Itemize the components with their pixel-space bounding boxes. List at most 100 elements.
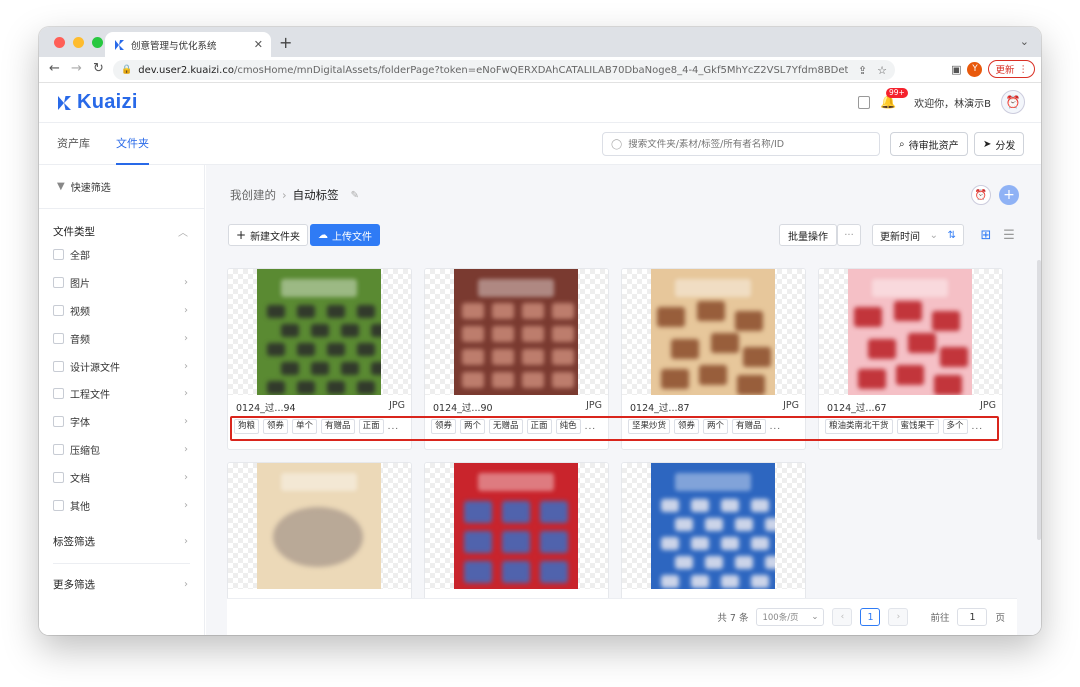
document-icon[interactable] (857, 95, 870, 109)
side-panel-icon[interactable]: ▣ (951, 63, 961, 76)
batch-more-button[interactable]: ··· (837, 224, 861, 246)
browser-tab[interactable]: 创意管理与优化系统 ✕ (105, 32, 271, 57)
reload-icon[interactable]: ↻ (93, 61, 104, 76)
asset-thumbnail[interactable] (622, 463, 805, 589)
next-page-button[interactable]: › (888, 608, 909, 626)
prev-page-button[interactable]: ‹ (832, 608, 853, 626)
new-folder-button[interactable]: + 新建文件夹 (228, 224, 309, 246)
bookmark-star-icon[interactable]: ☆ (877, 64, 887, 77)
edit-pencil-icon[interactable]: ✎ (351, 190, 359, 201)
more-tags-icon[interactable]: ... (972, 422, 984, 432)
profile-avatar[interactable]: Y (967, 61, 983, 77)
grid-view-icon[interactable]: ⊞ (976, 224, 996, 246)
search-input[interactable] (628, 138, 869, 150)
checkbox[interactable] (53, 416, 64, 428)
browser-update-button[interactable]: 更新 ⋮ (988, 60, 1035, 78)
asset-tag[interactable]: 有赠品 (321, 419, 355, 434)
file-type-item[interactable]: 设计源文件 › (39, 352, 204, 380)
more-tags-icon[interactable]: ... (585, 422, 597, 432)
checkbox[interactable] (53, 332, 64, 344)
goto-page-input[interactable] (957, 608, 988, 626)
forward-arrow-icon[interactable]: → (71, 61, 82, 76)
asset-thumbnail[interactable] (819, 269, 1002, 395)
file-type-item[interactable]: 工程文件 › (39, 380, 204, 408)
user-avatar[interactable]: ⏰ (1001, 90, 1025, 114)
file-type-item[interactable]: 全部 (39, 241, 204, 269)
asset-tag[interactable]: 无赠品 (489, 419, 523, 434)
asset-tag[interactable]: 两个 (703, 419, 729, 434)
asset-thumbnail[interactable] (622, 269, 805, 395)
sort-select[interactable]: 更新时间 ⌄ ⇅ (872, 224, 964, 246)
file-type-item[interactable]: 文档 › (39, 463, 204, 491)
asset-tag[interactable]: 蜜饯果干 (896, 419, 939, 434)
upload-file-button[interactable]: ☁ 上传文件 (310, 224, 380, 246)
checkbox[interactable] (53, 277, 64, 289)
asset-card[interactable]: 0124_过...94 JPG 狗粮 领券 单个 有赠品 正面... (227, 268, 412, 450)
checkbox[interactable] (53, 360, 64, 372)
tab-close-icon[interactable]: ✕ (254, 38, 263, 51)
asset-tag[interactable]: 多个 (942, 419, 968, 434)
file-type-item[interactable]: 字体 › (39, 408, 204, 436)
asset-card[interactable]: 0124_过...87 JPG 坚果炒货 领券 两个 有赠品... (621, 268, 806, 450)
asset-tag[interactable]: 领券 (431, 419, 457, 434)
distribute-button[interactable]: ➤ 分发 (974, 132, 1025, 156)
asset-tag[interactable]: 狗粮 (234, 419, 260, 434)
tab-folders[interactable]: 文件夹 (116, 123, 149, 165)
close-window-button[interactable] (54, 37, 65, 48)
asset-tag[interactable]: 纯色 (555, 419, 581, 434)
asset-thumbnail[interactable] (228, 269, 411, 395)
asset-tag[interactable]: 正面 (358, 419, 384, 434)
checkbox[interactable] (53, 304, 64, 316)
file-type-item[interactable]: 其他 › (39, 491, 204, 519)
asset-thumbnail[interactable] (425, 463, 608, 589)
tab-asset-library[interactable]: 资产库 (57, 123, 90, 165)
vertical-scrollbar[interactable] (1037, 260, 1041, 540)
batch-operation-button[interactable]: 批量操作 (779, 224, 837, 246)
tag-filter[interactable]: 标签筛选 › (39, 527, 204, 557)
logo[interactable]: Kuaizi (55, 91, 138, 114)
asset-card[interactable]: 0124_过...90 JPG 领券 两个 无赠品 正面 纯色... (424, 268, 609, 450)
checkbox[interactable] (53, 499, 64, 511)
checkbox[interactable] (53, 471, 64, 483)
checkbox[interactable] (53, 443, 64, 455)
search-box[interactable]: ◯ (602, 132, 880, 156)
more-tags-icon[interactable]: ... (388, 422, 400, 432)
asset-tag[interactable]: 两个 (460, 419, 486, 434)
file-type-section[interactable]: 文件类型 ︿ (39, 221, 204, 241)
more-filter[interactable]: 更多筛选 › (39, 570, 204, 600)
checkbox[interactable] (53, 249, 64, 261)
pending-review-button[interactable]: ⌕ 待审批资产 (890, 132, 968, 156)
share-page-icon[interactable]: ⇪ (858, 64, 867, 77)
asset-tag[interactable]: 正面 (526, 419, 552, 434)
file-type-item[interactable]: 图片 › (39, 269, 204, 297)
asset-thumbnail[interactable] (425, 269, 608, 395)
owner-avatar[interactable]: ⏰ (971, 185, 991, 205)
asset-tag[interactable]: 坚果炒货 (628, 419, 671, 434)
more-tags-icon[interactable]: ... (770, 422, 782, 432)
notification-bell-icon[interactable]: 🔔 99+ (880, 87, 908, 110)
quick-filter[interactable]: ▼ 快速筛选 (39, 165, 204, 209)
tab-search-chevron-icon[interactable]: ⌄ (1020, 35, 1029, 48)
asset-tag[interactable]: 有赠品 (732, 419, 766, 434)
back-arrow-icon[interactable]: ← (49, 61, 60, 76)
maximize-window-button[interactable] (92, 37, 103, 48)
sort-order-icon[interactable]: ⇅ (948, 230, 956, 241)
page-size-select[interactable]: 100条/页 ⌄ (756, 608, 825, 626)
breadcrumb-parent[interactable]: 我创建的 (230, 187, 276, 203)
asset-tag[interactable]: 领券 (263, 419, 289, 434)
file-type-item[interactable]: 视频 › (39, 297, 204, 325)
new-tab-button[interactable]: + (279, 33, 292, 52)
asset-card[interactable]: 0124_过...67 JPG 粮油类南北干货 蜜饯果干 多个... (818, 268, 1003, 450)
asset-tag[interactable]: 单个 (292, 419, 318, 434)
list-view-icon[interactable]: ☰ (999, 224, 1019, 246)
file-type-item[interactable]: 音频 › (39, 324, 204, 352)
asset-tag[interactable]: 粮油类南北干货 (825, 419, 893, 434)
file-type-item[interactable]: 压缩包 › (39, 436, 204, 464)
asset-tag[interactable]: 领券 (674, 419, 700, 434)
minimize-window-button[interactable] (73, 37, 84, 48)
page-number[interactable]: 1 (860, 608, 881, 626)
asset-thumbnail[interactable] (228, 463, 411, 589)
add-member-button[interactable]: + (999, 185, 1019, 205)
url-field[interactable]: 🔒 dev.user2.kuaizi.co/cmosHome/mnDigital… (113, 60, 895, 80)
checkbox[interactable] (53, 388, 64, 400)
